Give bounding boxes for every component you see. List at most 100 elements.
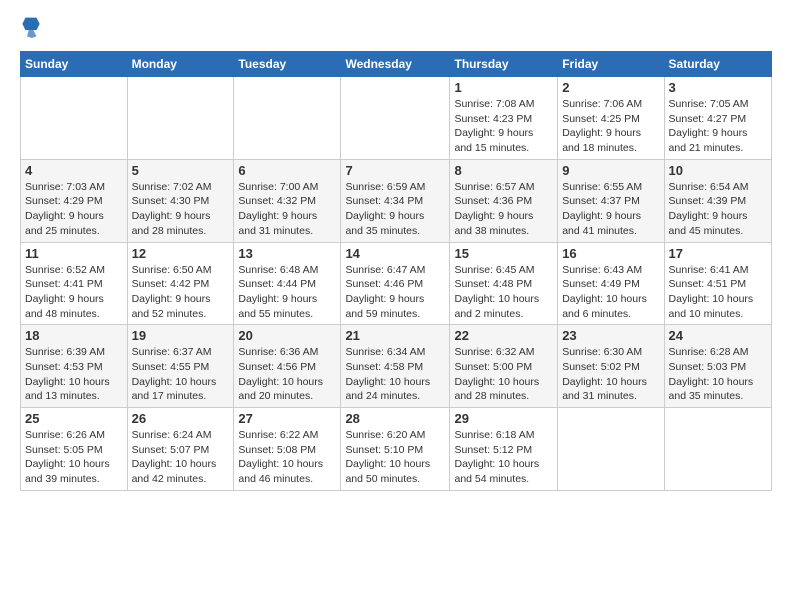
day-info: Sunrise: 6:24 AM Sunset: 5:07 PM Dayligh…	[132, 428, 230, 487]
day-number: 4	[25, 163, 123, 178]
day-of-week-header: Thursday	[450, 52, 558, 77]
day-number: 9	[562, 163, 659, 178]
day-info: Sunrise: 6:41 AM Sunset: 4:51 PM Dayligh…	[669, 263, 767, 322]
day-of-week-header: Wednesday	[341, 52, 450, 77]
day-info: Sunrise: 6:32 AM Sunset: 5:00 PM Dayligh…	[454, 345, 553, 404]
day-number: 22	[454, 328, 553, 343]
calendar-cell: 3 Sunrise: 7:05 AM Sunset: 4:27 PM Daylig…	[664, 77, 771, 160]
day-info: Sunrise: 6:52 AM Sunset: 4:41 PM Dayligh…	[25, 263, 123, 322]
day-number: 29	[454, 411, 553, 426]
day-info: Sunrise: 6:30 AM Sunset: 5:02 PM Dayligh…	[562, 345, 659, 404]
page: SundayMondayTuesdayWednesdayThursdayFrid…	[0, 0, 792, 501]
day-info: Sunrise: 6:37 AM Sunset: 4:55 PM Dayligh…	[132, 345, 230, 404]
calendar-cell: 23 Sunrise: 6:30 AM Sunset: 5:02 PM Dayli…	[558, 325, 664, 408]
calendar-cell: 4Sunrise: 7:03 AM Sunset: 4:29 PM Daylig…	[21, 159, 128, 242]
day-number: 6	[238, 163, 336, 178]
day-info: Sunrise: 6:22 AM Sunset: 5:08 PM Dayligh…	[238, 428, 336, 487]
day-number: 15	[454, 246, 553, 261]
calendar-cell: 12 Sunrise: 6:50 AM Sunset: 4:42 PM Dayli…	[127, 242, 234, 325]
calendar-cell: 25 Sunrise: 6:26 AM Sunset: 5:05 PM Dayli…	[21, 408, 128, 491]
day-info: Sunrise: 6:57 AM Sunset: 4:36 PM Dayligh…	[454, 180, 553, 239]
day-of-week-header: Friday	[558, 52, 664, 77]
calendar-cell: 2 Sunrise: 7:06 AM Sunset: 4:25 PM Daylig…	[558, 77, 664, 160]
calendar-cell	[558, 408, 664, 491]
day-number: 17	[669, 246, 767, 261]
day-info: Sunrise: 6:20 AM Sunset: 5:10 PM Dayligh…	[345, 428, 445, 487]
day-number: 16	[562, 246, 659, 261]
calendar-cell: 11 Sunrise: 6:52 AM Sunset: 4:41 PM Dayli…	[21, 242, 128, 325]
day-number: 19	[132, 328, 230, 343]
day-info: Sunrise: 7:05 AM Sunset: 4:27 PM Dayligh…	[669, 97, 767, 156]
day-of-week-header: Sunday	[21, 52, 128, 77]
calendar-cell: 26 Sunrise: 6:24 AM Sunset: 5:07 PM Dayli…	[127, 408, 234, 491]
calendar-cell: 18Sunrise: 6:39 AM Sunset: 4:53 PM Dayli…	[21, 325, 128, 408]
day-info: Sunrise: 6:48 AM Sunset: 4:44 PM Dayligh…	[238, 263, 336, 322]
day-number: 8	[454, 163, 553, 178]
calendar-week-row: 1 Sunrise: 7:08 AM Sunset: 4:23 PM Daylig…	[21, 77, 772, 160]
day-number: 24	[669, 328, 767, 343]
calendar-cell	[21, 77, 128, 160]
day-number: 26	[132, 411, 230, 426]
calendar-cell: 29 Sunrise: 6:18 AM Sunset: 5:12 PM Dayli…	[450, 408, 558, 491]
calendar-cell: 24 Sunrise: 6:28 AM Sunset: 5:03 PM Dayli…	[664, 325, 771, 408]
day-number: 28	[345, 411, 445, 426]
calendar-cell: 19 Sunrise: 6:37 AM Sunset: 4:55 PM Dayli…	[127, 325, 234, 408]
calendar-week-row: 4Sunrise: 7:03 AM Sunset: 4:29 PM Daylig…	[21, 159, 772, 242]
calendar-cell: 9 Sunrise: 6:55 AM Sunset: 4:37 PM Daylig…	[558, 159, 664, 242]
header-area	[20, 16, 772, 43]
calendar-cell: 27 Sunrise: 6:22 AM Sunset: 5:08 PM Dayli…	[234, 408, 341, 491]
calendar-header: SundayMondayTuesdayWednesdayThursdayFrid…	[21, 52, 772, 77]
calendar-cell	[234, 77, 341, 160]
calendar-cell: 5 Sunrise: 7:02 AM Sunset: 4:30 PM Daylig…	[127, 159, 234, 242]
calendar-cell	[664, 408, 771, 491]
day-number: 7	[345, 163, 445, 178]
calendar-cell: 16Sunrise: 6:43 AM Sunset: 4:49 PM Dayli…	[558, 242, 664, 325]
calendar-week-row: 18Sunrise: 6:39 AM Sunset: 4:53 PM Dayli…	[21, 325, 772, 408]
calendar-cell: 20 Sunrise: 6:36 AM Sunset: 4:56 PM Dayli…	[234, 325, 341, 408]
day-number: 1	[454, 80, 553, 95]
day-info: Sunrise: 6:59 AM Sunset: 4:34 PM Dayligh…	[345, 180, 445, 239]
calendar-cell: 10Sunrise: 6:54 AM Sunset: 4:39 PM Dayli…	[664, 159, 771, 242]
day-number: 25	[25, 411, 123, 426]
day-number: 14	[345, 246, 445, 261]
calendar-week-row: 11 Sunrise: 6:52 AM Sunset: 4:41 PM Dayli…	[21, 242, 772, 325]
day-of-week-header: Saturday	[664, 52, 771, 77]
day-info: Sunrise: 6:39 AM Sunset: 4:53 PM Dayligh…	[25, 345, 123, 404]
day-number: 11	[25, 246, 123, 261]
day-number: 2	[562, 80, 659, 95]
calendar-cell: 21Sunrise: 6:34 AM Sunset: 4:58 PM Dayli…	[341, 325, 450, 408]
day-number: 10	[669, 163, 767, 178]
day-number: 5	[132, 163, 230, 178]
day-info: Sunrise: 7:02 AM Sunset: 4:30 PM Dayligh…	[132, 180, 230, 239]
calendar-body: 1 Sunrise: 7:08 AM Sunset: 4:23 PM Daylig…	[21, 77, 772, 491]
day-number: 20	[238, 328, 336, 343]
day-info: Sunrise: 6:45 AM Sunset: 4:48 PM Dayligh…	[454, 263, 553, 322]
day-of-week-header: Monday	[127, 52, 234, 77]
day-number: 27	[238, 411, 336, 426]
day-info: Sunrise: 6:55 AM Sunset: 4:37 PM Dayligh…	[562, 180, 659, 239]
day-info: Sunrise: 6:28 AM Sunset: 5:03 PM Dayligh…	[669, 345, 767, 404]
day-info: Sunrise: 6:26 AM Sunset: 5:05 PM Dayligh…	[25, 428, 123, 487]
calendar-cell: 14Sunrise: 6:47 AM Sunset: 4:46 PM Dayli…	[341, 242, 450, 325]
calendar-cell: 28 Sunrise: 6:20 AM Sunset: 5:10 PM Dayli…	[341, 408, 450, 491]
calendar-cell: 17 Sunrise: 6:41 AM Sunset: 4:51 PM Dayli…	[664, 242, 771, 325]
day-info: Sunrise: 6:18 AM Sunset: 5:12 PM Dayligh…	[454, 428, 553, 487]
logo	[20, 16, 44, 43]
day-number: 21	[345, 328, 445, 343]
calendar-cell: 8 Sunrise: 6:57 AM Sunset: 4:36 PM Daylig…	[450, 159, 558, 242]
calendar-cell	[341, 77, 450, 160]
day-info: Sunrise: 7:06 AM Sunset: 4:25 PM Dayligh…	[562, 97, 659, 156]
day-number: 12	[132, 246, 230, 261]
day-info: Sunrise: 6:50 AM Sunset: 4:42 PM Dayligh…	[132, 263, 230, 322]
calendar-cell: 6 Sunrise: 7:00 AM Sunset: 4:32 PM Daylig…	[234, 159, 341, 242]
day-info: Sunrise: 6:36 AM Sunset: 4:56 PM Dayligh…	[238, 345, 336, 404]
day-info: Sunrise: 7:00 AM Sunset: 4:32 PM Dayligh…	[238, 180, 336, 239]
calendar-cell: 7 Sunrise: 6:59 AM Sunset: 4:34 PM Daylig…	[341, 159, 450, 242]
days-of-week-row: SundayMondayTuesdayWednesdayThursdayFrid…	[21, 52, 772, 77]
day-of-week-header: Tuesday	[234, 52, 341, 77]
calendar-cell: 22 Sunrise: 6:32 AM Sunset: 5:00 PM Dayli…	[450, 325, 558, 408]
day-info: Sunrise: 7:08 AM Sunset: 4:23 PM Dayligh…	[454, 97, 553, 156]
day-number: 3	[669, 80, 767, 95]
calendar-cell	[127, 77, 234, 160]
day-number: 23	[562, 328, 659, 343]
